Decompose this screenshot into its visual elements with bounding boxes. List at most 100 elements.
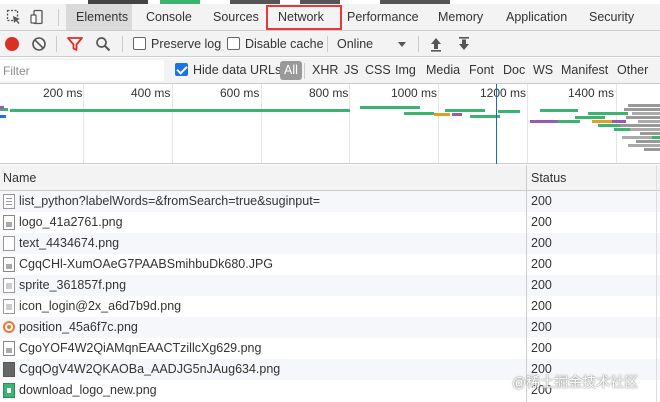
image-file-icon [3, 362, 15, 377]
filter-divider [304, 63, 305, 79]
column-header-status[interactable]: Status [531, 171, 566, 185]
file-icon [3, 236, 15, 251]
overview-bar [612, 120, 626, 123]
overview-bar [445, 109, 485, 112]
image-file-icon [3, 321, 15, 333]
timeline-cursor-line [496, 84, 497, 164]
table-row[interactable]: text_4434674.png 200 [0, 233, 660, 254]
overview-bar [0, 106, 4, 109]
overview-bar [10, 109, 250, 112]
overview-bar [640, 132, 660, 135]
overview-bar [628, 144, 660, 147]
table-row[interactable]: position_45a6f7c.png 200 [0, 317, 660, 338]
filter-type-ws[interactable]: WS [533, 63, 553, 77]
overview-gridline [527, 84, 528, 163]
clear-icon[interactable] [31, 36, 47, 52]
table-row[interactable]: CgqCHl-XumOAeG7PAABSmihbuDk680.JPG 200 [0, 254, 660, 275]
filter-type-css[interactable]: CSS [365, 63, 391, 77]
image-file-icon [3, 299, 15, 314]
request-name: logo_41a2761.png [19, 215, 123, 229]
request-name: CgoYOF4W2QiAMqnEAACTzillcXg629.png [19, 341, 262, 355]
overview-bar [240, 109, 350, 112]
filter-type-js[interactable]: JS [344, 63, 359, 77]
inspect-element-icon[interactable] [6, 9, 22, 25]
image-file-icon [3, 215, 15, 230]
filter-type-font[interactable]: Font [469, 63, 494, 77]
tab-application-label: Application [506, 10, 568, 24]
column-header-name[interactable]: Name [3, 171, 36, 185]
tab-memory-label: Memory [438, 10, 484, 24]
hide-data-urls-label: Hide data URLs [193, 63, 282, 77]
overview-gridline [438, 84, 439, 163]
overview-bar [530, 120, 558, 123]
tab-sources-label: Sources [213, 10, 259, 24]
tab-security[interactable]: Security [589, 4, 634, 30]
export-har-icon[interactable] [457, 36, 471, 52]
search-icon[interactable] [95, 36, 111, 52]
overview-bar [638, 120, 660, 123]
tab-memory[interactable]: Memory [438, 4, 483, 30]
toolbar-divider-4 [418, 36, 419, 52]
overview-bar [588, 112, 628, 115]
hide-data-urls-checkbox[interactable] [175, 63, 188, 76]
filter-type-xhr[interactable]: XHR [312, 63, 338, 77]
tab-console[interactable]: Console [146, 4, 192, 30]
column-divider[interactable] [526, 165, 527, 402]
tab-performance[interactable]: Performance [347, 4, 419, 30]
tab-application[interactable]: Application [506, 4, 567, 30]
toolbar-divider-3 [327, 36, 328, 52]
overview-bar [624, 108, 660, 111]
tab-sources[interactable]: Sources [213, 4, 259, 30]
overview-bar [620, 124, 660, 127]
requests-table: Name Status list_python?labelWords=&from… [0, 165, 660, 402]
request-status: 200 [531, 215, 552, 229]
table-row[interactable]: logo_41a2761.png 200 [0, 212, 660, 233]
table-row[interactable]: icon_login@2x_a6d7b9d.png 200 [0, 296, 660, 317]
image-file-icon [3, 383, 15, 398]
tab-console-label: Console [146, 10, 192, 24]
tab-security-label: Security [589, 10, 635, 24]
image-file-icon [3, 341, 15, 356]
devtools-tab-bar: Elements Console Sources Network Perform… [0, 4, 660, 31]
request-status: 200 [531, 341, 552, 355]
filter-type-manifest[interactable]: Manifest [561, 63, 608, 77]
tab-elements[interactable]: Elements [66, 4, 132, 30]
filter-icon[interactable] [67, 36, 83, 52]
filter-type-media[interactable]: Media [426, 63, 460, 77]
table-row[interactable]: CgoYOF4W2QiAMqnEAACTzillcXg629.png 200 [0, 338, 660, 359]
device-toolbar-icon[interactable] [30, 9, 46, 25]
request-name: list_python?labelWords=&fromSearch=true&… [19, 194, 320, 208]
table-header: Name Status [0, 165, 660, 191]
filter-type-all[interactable]: All [280, 61, 302, 80]
network-toolbar: Preserve log Disable cache Online [0, 31, 660, 57]
overview-bar [626, 116, 660, 119]
overview-tick-label: 200 ms [43, 86, 83, 100]
toolbar-divider-2 [122, 36, 123, 52]
filter-type-other[interactable]: Other [617, 63, 648, 77]
overview-bar [630, 128, 660, 131]
overview-bar [558, 120, 580, 123]
filter-input[interactable] [0, 60, 164, 81]
tab-network[interactable]: Network [266, 5, 342, 30]
record-button[interactable] [5, 37, 19, 51]
overview-bar [632, 112, 660, 115]
filter-type-img[interactable]: Img [395, 63, 416, 77]
request-name: sprite_361857f.png [19, 278, 127, 292]
column-divider[interactable] [656, 165, 657, 402]
network-overview-timeline[interactable]: 200 ms 400 ms 600 ms 800 ms 1000 ms 1200… [0, 84, 660, 164]
throttling-select[interactable]: Online [337, 37, 373, 51]
import-har-icon[interactable] [429, 36, 443, 52]
filter-type-doc[interactable]: Doc [503, 63, 525, 77]
preserve-log-label: Preserve log [151, 37, 222, 51]
overview-bar [592, 120, 612, 123]
preserve-log-checkbox[interactable] [133, 37, 146, 50]
table-row[interactable]: sprite_361857f.png 200 [0, 275, 660, 296]
overview-bar [452, 113, 462, 116]
disable-cache-checkbox[interactable] [227, 37, 240, 50]
tab-performance-label: Performance [347, 10, 419, 24]
chevron-down-icon[interactable] [398, 42, 406, 47]
request-name: CgqCHl-XumOAeG7PAABSmihbuDk680.JPG [19, 257, 274, 271]
overview-bar [360, 106, 420, 109]
overview-bar [540, 109, 578, 112]
table-row[interactable]: list_python?labelWords=&fromSearch=true&… [0, 191, 660, 212]
